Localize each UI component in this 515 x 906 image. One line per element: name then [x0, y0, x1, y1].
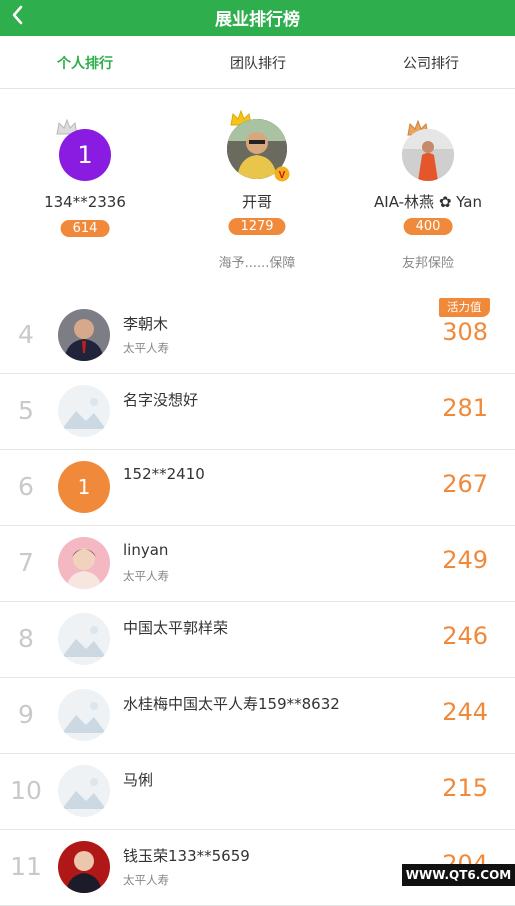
- rank-number: 9: [18, 700, 34, 729]
- member-name: linyan: [123, 541, 169, 559]
- member-name: 李朝木: [123, 315, 169, 333]
- podium-third[interactable]: AIA-林燕 ✿ Yan 400 友邦保险: [343, 89, 513, 289]
- list-item[interactable]: 4 李朝木 太平人寿 308: [0, 298, 515, 374]
- svg-text:V: V: [279, 170, 286, 181]
- member-score: 308: [442, 318, 488, 346]
- default-avatar-icon: [58, 385, 110, 437]
- avatar: [402, 129, 454, 181]
- podium-second[interactable]: 1 134**2336 614: [0, 89, 170, 289]
- app-header: 展业排行榜: [0, 0, 515, 36]
- tab-team[interactable]: 团队排行: [193, 53, 323, 73]
- member-name: 马俐: [123, 771, 154, 789]
- podium-score: 614: [60, 220, 110, 237]
- rank-number: 11: [10, 852, 42, 881]
- page-title: 展业排行榜: [215, 10, 300, 30]
- member-company: 太平人寿: [123, 341, 169, 355]
- top-three-podium: 1 134**2336 614 V 开哥 1279 海予......保障 AIA…: [0, 89, 515, 289]
- member-name: 水桂梅中国太平人寿159**8632: [123, 695, 340, 713]
- member-name: 中国太平郭样荣: [123, 619, 229, 637]
- podium-name: 开哥: [241, 193, 272, 211]
- member-name: 钱玉荣133**5659: [123, 847, 250, 865]
- tab-company[interactable]: 公司排行: [366, 53, 496, 73]
- list-item[interactable]: 6 1 152**2410 267: [0, 450, 515, 526]
- podium-name: 134**2336: [44, 193, 126, 211]
- rank-number: 5: [18, 396, 34, 425]
- avatar: 1: [59, 129, 111, 181]
- member-score: 246: [442, 622, 488, 650]
- rank-number: 7: [18, 548, 34, 577]
- avatar: [58, 537, 110, 589]
- avatar: [58, 309, 110, 361]
- podium-company: 海予......保障: [218, 256, 296, 271]
- avatar: 1: [58, 461, 110, 513]
- member-score: 244: [442, 698, 488, 726]
- member-score: 267: [442, 470, 488, 498]
- member-score: 249: [442, 546, 488, 574]
- avatar: [58, 841, 110, 893]
- member-company: 太平人寿: [123, 569, 169, 583]
- rank-number: 4: [18, 320, 34, 349]
- member-score: 215: [442, 774, 488, 802]
- rank-number: 8: [18, 624, 34, 653]
- watermark: WWW.QT6.COM: [402, 864, 515, 886]
- list-item[interactable]: 7 linyan 太平人寿 249: [0, 526, 515, 602]
- member-name: 152**2410: [123, 465, 205, 483]
- list-item[interactable]: 5 名字没想好 281: [0, 374, 515, 450]
- ranking-tabs: 个人排行 团队排行 公司排行: [0, 36, 515, 89]
- list-item[interactable]: 10 马俐 215: [0, 754, 515, 830]
- podium-score: 400: [403, 218, 453, 235]
- podium-score: 1279: [228, 218, 286, 235]
- default-avatar-icon: [58, 765, 110, 817]
- podium-company: 友邦保险: [401, 256, 454, 271]
- vip-badge-icon: V: [274, 166, 290, 182]
- list-item[interactable]: 8 中国太平郭样荣 246: [0, 602, 515, 678]
- member-score: 281: [442, 394, 488, 422]
- default-avatar-icon: [58, 613, 110, 665]
- podium-name: AIA-林燕 ✿ Yan: [374, 193, 482, 211]
- rank-number: 10: [10, 776, 42, 805]
- podium-first[interactable]: V 开哥 1279 海予......保障: [172, 89, 342, 289]
- member-name: 名字没想好: [123, 391, 199, 409]
- tab-personal[interactable]: 个人排行: [20, 53, 150, 73]
- list-item[interactable]: 9 水桂梅中国太平人寿159**8632 244: [0, 678, 515, 754]
- default-avatar-icon: [58, 689, 110, 741]
- rank-number: 6: [18, 472, 34, 501]
